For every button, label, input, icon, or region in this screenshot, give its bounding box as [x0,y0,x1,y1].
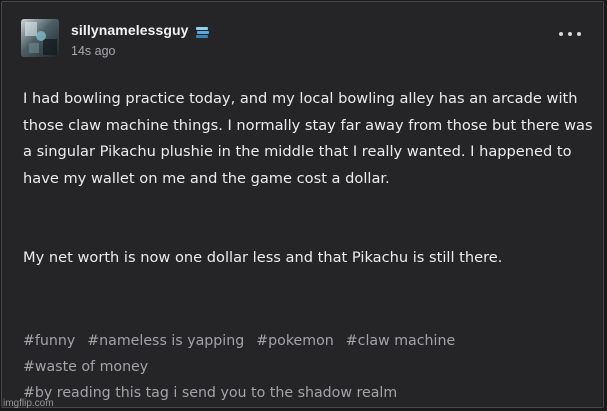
post-header: sillynamelessguy 14s ago [21,19,583,63]
tag-link[interactable]: #claw machine [346,333,455,349]
blurry-photo-avatar-icon [21,19,59,57]
tag-link[interactable]: #funny [23,333,75,349]
post-paragraph: My net worth is now one dollar less and … [23,249,503,266]
post-card: sillynamelessguy 14s ago I had bowling p… [1,1,604,408]
user-block: sillynamelessguy 14s ago [71,21,210,58]
username-row: sillynamelessguy [71,21,210,39]
blue-stack-badge-icon [195,24,210,38]
avatar[interactable] [21,19,59,57]
tag-link[interactable]: #nameless is yapping [87,333,244,349]
post-body: I had bowling practice today, and my loc… [23,86,593,272]
tag-row: #funny #nameless is yapping #pokemon #claw … [23,328,593,354]
ellipsis-icon[interactable] [559,29,581,39]
tag-list: #funny #nameless is yapping #pokemon #claw … [23,328,593,406]
tag-link[interactable]: #pokemon [256,333,334,349]
post-paragraph: I had bowling practice today, and my loc… [23,90,593,187]
tag-link[interactable]: #by reading this tag i send you to the s… [23,385,397,401]
watermark: imgflip.com [3,398,54,409]
dot [559,32,563,36]
post-timestamp: 14s ago [71,44,116,58]
tag-link[interactable]: #waste of money [23,359,148,375]
username[interactable]: sillynamelessguy [71,22,189,38]
tag-row: #by reading this tag i send you to the s… [23,380,593,406]
tag-row: #waste of money [23,354,593,380]
dot [577,32,581,36]
dot [568,32,572,36]
